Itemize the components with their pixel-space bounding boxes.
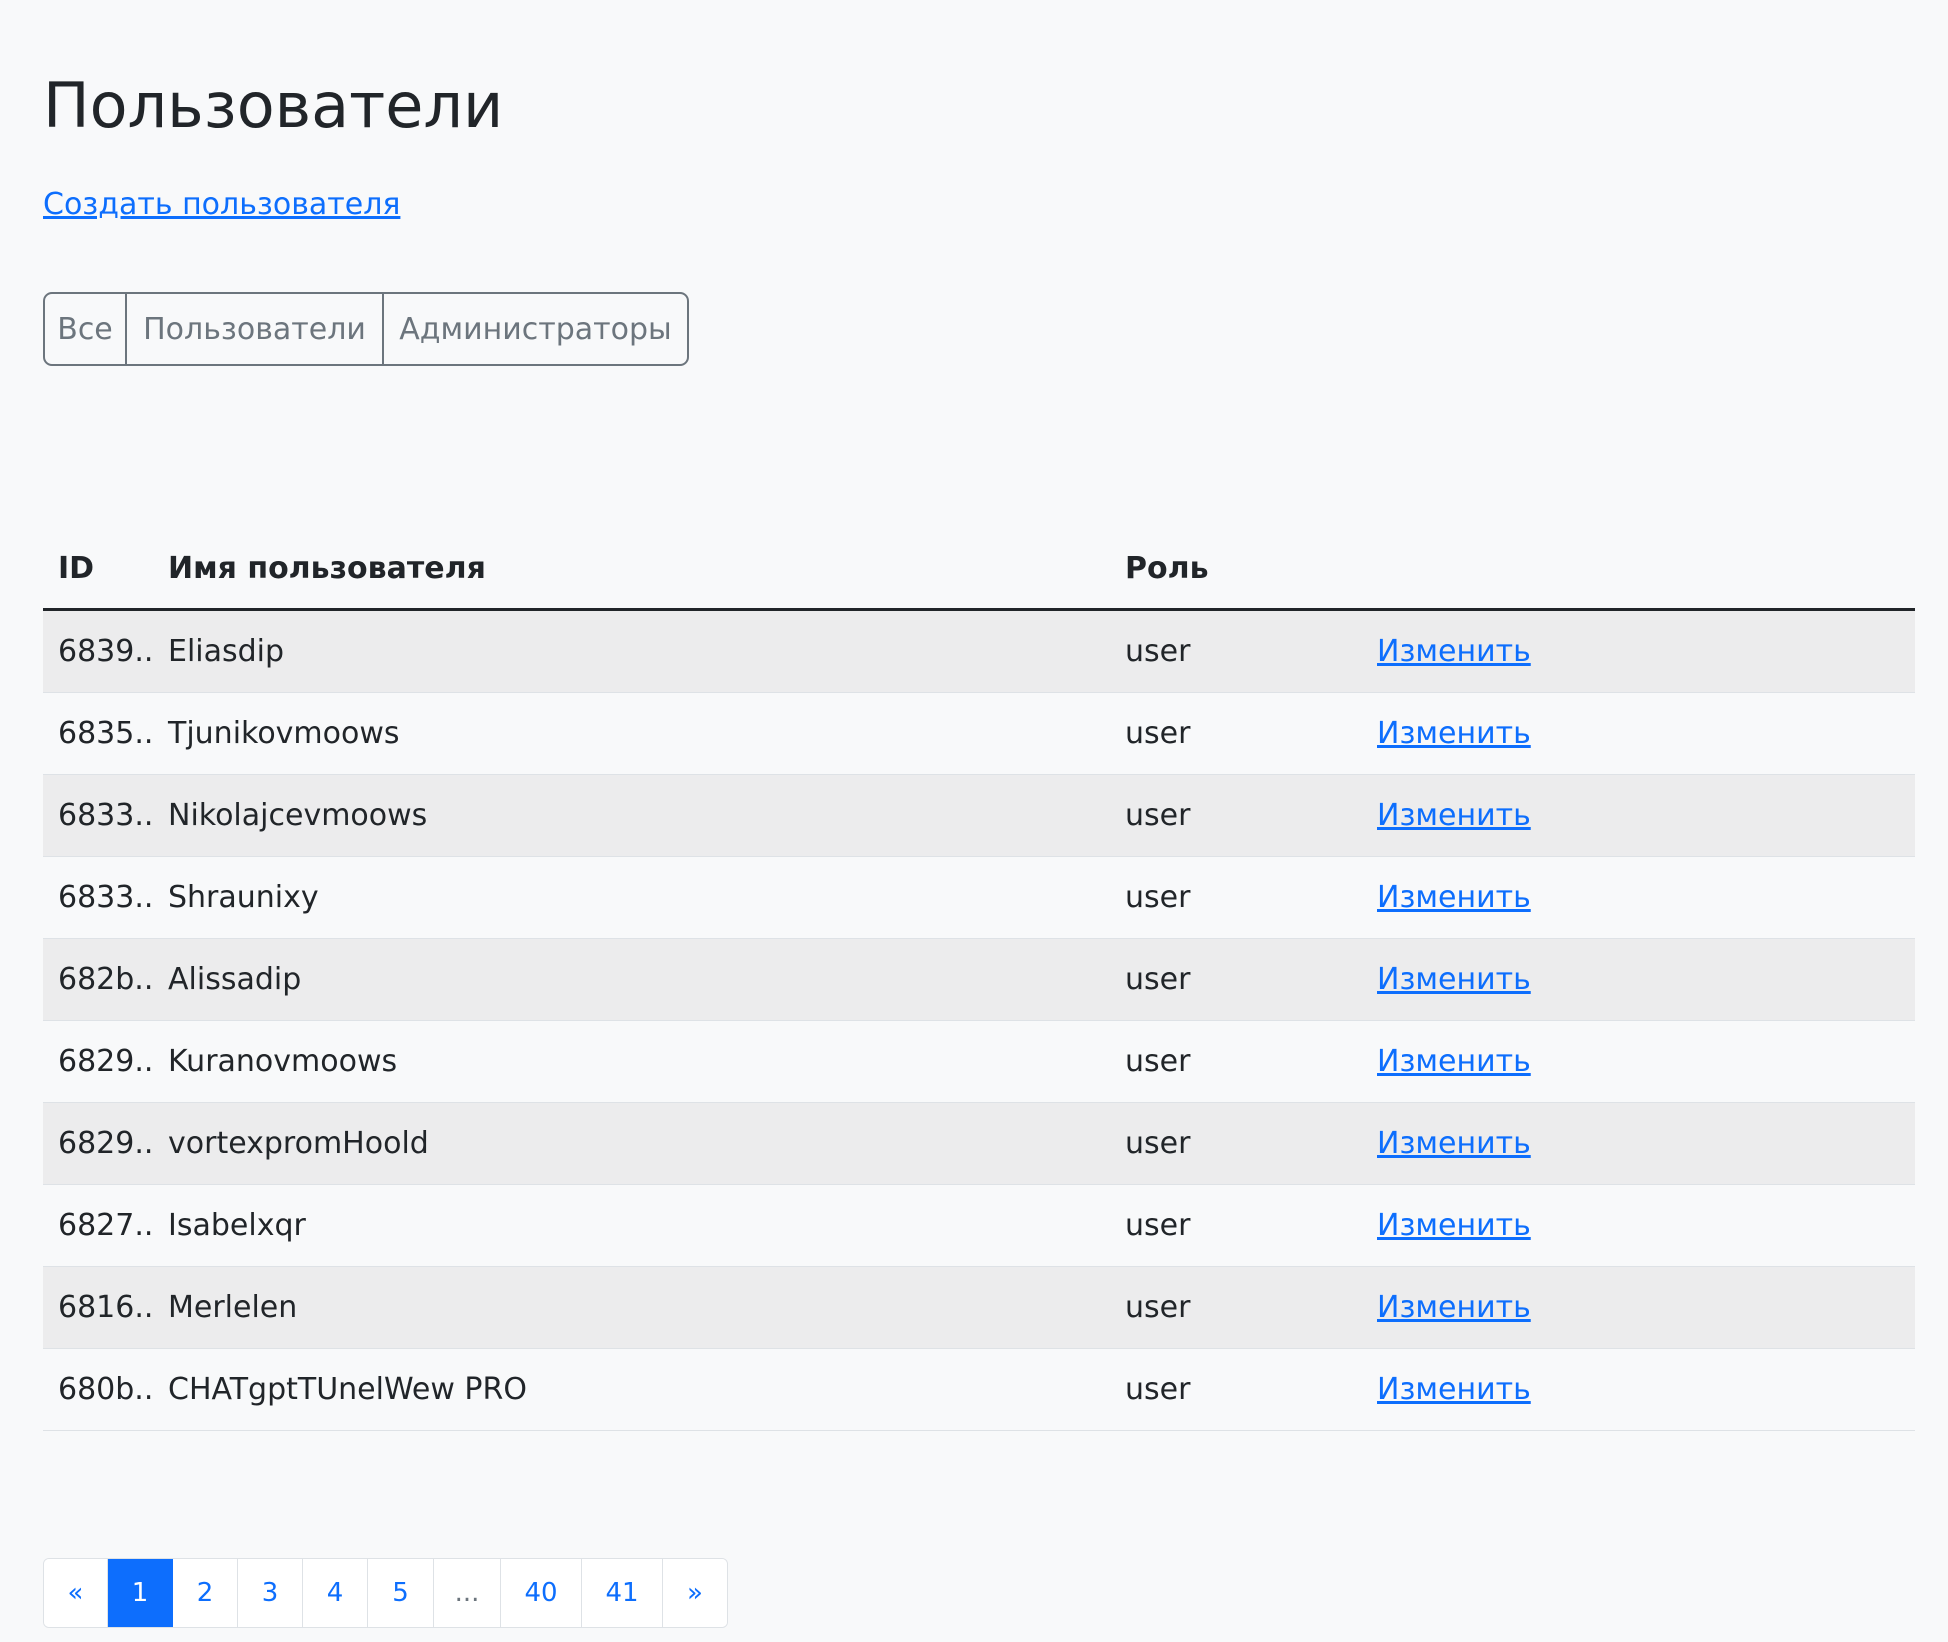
cell-role: user (1110, 938, 1362, 1021)
cell-action: Изменить (1362, 1020, 1915, 1103)
pagination-page-41[interactable]: 41 (582, 1559, 663, 1627)
cell-action: Изменить (1362, 938, 1915, 1021)
table-row: 6829... vortexpromHoold user Изменить (43, 1102, 1915, 1185)
cell-id: 6833... (43, 774, 153, 857)
cell-role: user (1110, 1266, 1362, 1349)
pagination-page-40[interactable]: 40 (501, 1559, 582, 1627)
table-row: 6833... Nikolajcevmoows user Изменить (43, 774, 1915, 857)
filter-users-button[interactable]: Пользователи (127, 294, 384, 364)
cell-id: 6839... (43, 609, 153, 693)
table-row: 6833... Shraunixy user Изменить (43, 856, 1915, 939)
pagination: « 1 2 3 4 5 ... 40 41 » (43, 1558, 728, 1628)
cell-id: 6816... (43, 1266, 153, 1349)
cell-username: Shraunixy (153, 856, 1110, 939)
pagination-page-3[interactable]: 3 (238, 1559, 303, 1627)
cell-role: user (1110, 692, 1362, 775)
header-username: Имя пользователя (153, 528, 1110, 611)
header-actions (1362, 528, 1915, 611)
page-title: Пользователи (43, 69, 504, 142)
cell-id: 6827... (43, 1184, 153, 1267)
cell-id: 682b... (43, 938, 153, 1021)
edit-user-link[interactable]: Изменить (1377, 1372, 1531, 1407)
cell-role: user (1110, 774, 1362, 857)
cell-action: Изменить (1362, 856, 1915, 939)
edit-user-link[interactable]: Изменить (1377, 716, 1531, 751)
pagination-page-5[interactable]: 5 (368, 1559, 434, 1627)
table-row: 6835... Tjunikovmoows user Изменить (43, 692, 1915, 775)
table-row: 680b... CHATgptTUnelWew PRO user Изменит… (43, 1348, 1915, 1431)
cell-username: Tjunikovmoows (153, 692, 1110, 775)
pagination-prev[interactable]: « (44, 1559, 108, 1627)
table-row: 6839... Eliasdip user Изменить (43, 609, 1915, 693)
edit-user-link[interactable]: Изменить (1377, 798, 1531, 833)
filter-all-button[interactable]: Все (45, 294, 127, 364)
cell-role: user (1110, 1020, 1362, 1103)
cell-action: Изменить (1362, 1184, 1915, 1267)
edit-user-link[interactable]: Изменить (1377, 634, 1531, 669)
table-row: 6829... Kuranovmoows user Изменить (43, 1020, 1915, 1103)
filter-admins-button[interactable]: Администраторы (384, 294, 687, 364)
cell-id: 680b... (43, 1348, 153, 1431)
cell-username: Isabelxqr (153, 1184, 1110, 1267)
edit-user-link[interactable]: Изменить (1377, 1290, 1531, 1325)
cell-action: Изменить (1362, 692, 1915, 775)
cell-action: Изменить (1362, 609, 1915, 693)
edit-user-link[interactable]: Изменить (1377, 962, 1531, 997)
pagination-page-1[interactable]: 1 (108, 1559, 173, 1627)
edit-user-link[interactable]: Изменить (1377, 1126, 1531, 1161)
header-role: Роль (1110, 528, 1362, 611)
cell-role: user (1110, 1348, 1362, 1431)
cell-username: Merlelen (153, 1266, 1110, 1349)
cell-id: 6833... (43, 856, 153, 939)
table-row: 6827... Isabelxqr user Изменить (43, 1184, 1915, 1267)
edit-user-link[interactable]: Изменить (1377, 880, 1531, 915)
cell-action: Изменить (1362, 1266, 1915, 1349)
header-id: ID (43, 528, 153, 611)
create-user-link[interactable]: Создать пользователя (43, 187, 400, 223)
table-row: 682b... Alissadip user Изменить (43, 938, 1915, 1021)
edit-user-link[interactable]: Изменить (1377, 1208, 1531, 1243)
table-row: 6816... Merlelen user Изменить (43, 1266, 1915, 1349)
table-header-row: ID Имя пользователя Роль (43, 528, 1915, 611)
cell-username: Alissadip (153, 938, 1110, 1021)
cell-username: Nikolajcevmoows (153, 774, 1110, 857)
cell-role: user (1110, 1184, 1362, 1267)
users-table-container: ID Имя пользователя Роль 6839... Eliasdi… (43, 528, 1915, 1431)
cell-username: vortexpromHoold (153, 1102, 1110, 1185)
cell-id: 6829... (43, 1102, 153, 1185)
cell-role: user (1110, 609, 1362, 693)
cell-id: 6829... (43, 1020, 153, 1103)
users-table: ID Имя пользователя Роль 6839... Eliasdi… (43, 528, 1915, 1431)
cell-username: Kuranovmoows (153, 1020, 1110, 1103)
pagination-next[interactable]: » (663, 1559, 727, 1627)
cell-role: user (1110, 1102, 1362, 1185)
cell-action: Изменить (1362, 1102, 1915, 1185)
cell-role: user (1110, 856, 1362, 939)
cell-id: 6835... (43, 692, 153, 775)
cell-username: Eliasdip (153, 609, 1110, 693)
edit-user-link[interactable]: Изменить (1377, 1044, 1531, 1079)
pagination-ellipsis: ... (434, 1559, 501, 1627)
cell-action: Изменить (1362, 1348, 1915, 1431)
users-page: Пользователи Создать пользователя Все По… (0, 0, 1948, 1642)
role-filter-group: Все Пользователи Администраторы (43, 292, 689, 366)
pagination-page-2[interactable]: 2 (173, 1559, 238, 1627)
cell-action: Изменить (1362, 774, 1915, 857)
cell-username: CHATgptTUnelWew PRO (153, 1348, 1110, 1431)
pagination-page-4[interactable]: 4 (303, 1559, 368, 1627)
